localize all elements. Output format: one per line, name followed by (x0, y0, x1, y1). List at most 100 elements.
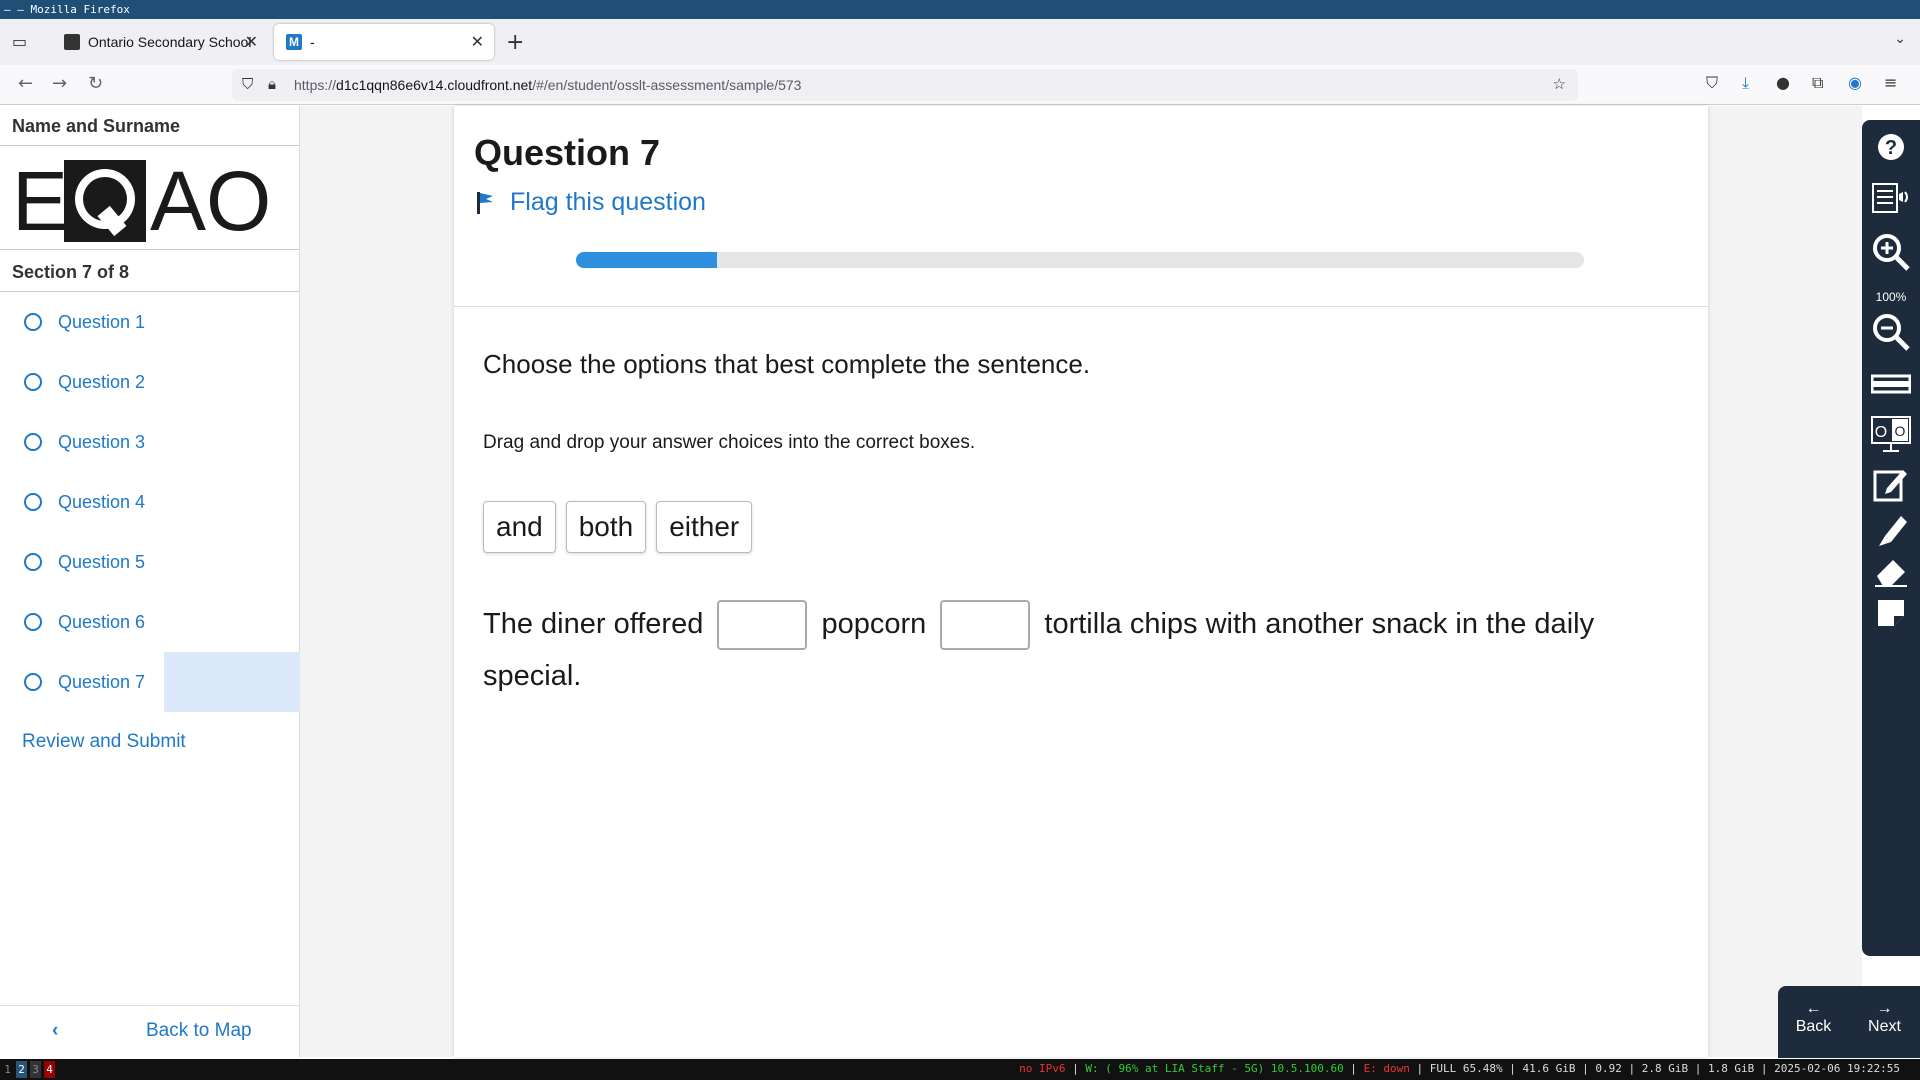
bookmark-star-icon[interactable]: ☆ (1553, 69, 1566, 101)
extension-icon[interactable]: ◉ (1848, 73, 1862, 92)
zoom-out-icon[interactable] (1870, 312, 1912, 354)
svg-text:?: ? (1885, 137, 1897, 159)
sidebar: Name and Surname E AO Section 7 of 8 Que… (0, 106, 300, 1057)
sentence-part-1: The diner offered (483, 608, 704, 640)
unanswered-circle-icon (24, 373, 42, 391)
svg-text:O: O (1895, 423, 1906, 439)
back-button[interactable]: ← Back (1778, 986, 1849, 1058)
close-tab-icon[interactable]: ✕ (245, 32, 258, 52)
ethernet-status: E: down (1363, 1062, 1410, 1075)
question-6-item[interactable]: Question 6 (0, 592, 299, 652)
question-1-item[interactable]: Question 1 (0, 292, 299, 352)
section-indicator: Section 7 of 8 (0, 250, 299, 292)
question-prompt: Choose the options that best complete th… (483, 349, 1091, 379)
chevron-down-icon[interactable]: ⌄ (1894, 31, 1906, 47)
workspace-2[interactable]: 2 (16, 1061, 27, 1078)
navigation-bar: ← → ↻ ⛉ 🔒︎ https://d1c1qqn86e6v14.cloudf… (0, 65, 1920, 105)
extensions-icon[interactable]: ⧉ (1812, 73, 1823, 93)
tools-toolbar: ? 100% OO (1862, 120, 1920, 956)
workspace-4[interactable]: 4 (44, 1061, 55, 1078)
question-2-item[interactable]: Question 2 (0, 352, 299, 412)
answer-choices: and both either (483, 501, 753, 553)
question-4-item[interactable]: Question 4 (0, 472, 299, 532)
unanswered-circle-icon (24, 433, 42, 451)
drop-box-2[interactable] (940, 600, 1031, 651)
calculator-icon[interactable]: OO (1870, 416, 1912, 458)
shield-icon[interactable]: ⛉ (242, 69, 253, 101)
system-stats: FULL 65.48% | 41.6 GiB | 0.92 | 2.8 GiB … (1429, 1062, 1900, 1075)
unanswered-circle-icon (24, 613, 42, 631)
close-tab-icon[interactable]: ✕ (471, 32, 484, 52)
reload-icon[interactable]: ↻ (88, 73, 103, 94)
eraser-icon[interactable] (1870, 556, 1912, 598)
tab-label: Ontario Secondary School (88, 34, 252, 50)
url-host: d1c1qqn86e6v14.cloudfront.net (336, 77, 533, 93)
notepad-edit-icon[interactable] (1870, 466, 1912, 508)
window-title: – – Mozilla Firefox (0, 0, 1920, 19)
help-icon[interactable]: ? (1870, 132, 1912, 174)
back-to-map-button[interactable]: ‹ Back to Map (0, 1005, 300, 1057)
flag-label: Flag this question (510, 188, 706, 216)
review-and-submit-link[interactable]: Review and Submit (0, 712, 299, 772)
tab-ontario[interactable]: Ontario Secondary School ✕ (52, 24, 268, 60)
sentence-part-2: popcorn (821, 608, 927, 640)
ipv6-status: no IPv6 (1019, 1062, 1066, 1075)
eqao-logo: E AO (0, 146, 299, 250)
flag-question-button[interactable]: Flag this question (476, 188, 706, 217)
question-7-item[interactable]: Question 7 (0, 652, 300, 712)
tab-bar: ▭ Ontario Secondary School ✕ M - ✕ + ⌄ (0, 19, 1920, 65)
progress-bar (576, 252, 1584, 268)
zoom-in-icon[interactable] (1870, 232, 1912, 274)
workspace-3[interactable]: 3 (30, 1061, 41, 1078)
question-label: Question 3 (58, 431, 146, 452)
highlighter-icon[interactable] (1870, 512, 1912, 554)
lock-icon[interactable]: 🔒︎ (268, 69, 276, 101)
unanswered-circle-icon (24, 553, 42, 571)
tab-label: - (310, 34, 315, 50)
progress-fill (576, 252, 718, 268)
choice-and[interactable]: and (483, 501, 556, 553)
choice-either[interactable]: either (656, 501, 753, 553)
question-5-item[interactable]: Question 5 (0, 532, 299, 592)
svg-text:O: O (1875, 424, 1887, 441)
chevron-left-icon: ‹ (52, 1020, 59, 1041)
sentence: The diner offered popcorn tortilla chips… (483, 598, 1603, 702)
list-all-tabs-icon[interactable]: ▭ (12, 32, 32, 52)
new-tab-button[interactable]: + (506, 30, 524, 55)
question-label: Question 2 (58, 371, 146, 392)
choice-both[interactable]: both (565, 501, 647, 553)
question-3-item[interactable]: Question 3 (0, 412, 299, 472)
question-navigation: ← Back → Next (1778, 986, 1920, 1058)
pocket-icon[interactable]: ⛉ (1706, 73, 1718, 93)
account-icon[interactable]: ● (1776, 73, 1790, 92)
text-to-speech-icon[interactable] (1870, 180, 1912, 222)
next-button[interactable]: → Next (1849, 986, 1920, 1058)
downloads-icon[interactable]: ⤓ (1742, 73, 1749, 93)
url-bar[interactable]: ⛉ 🔒︎ https://d1c1qqn86e6v14.cloudfront.n… (232, 69, 1578, 101)
question-label: Question 1 (58, 311, 146, 332)
back-label: Back (1795, 1018, 1832, 1035)
sticky-note-icon[interactable] (1870, 598, 1912, 640)
forward-arrow-icon[interactable]: → (52, 73, 67, 94)
arrow-right-icon: → (1876, 1000, 1893, 1017)
unanswered-circle-icon (24, 493, 42, 511)
line-reader-icon[interactable] (1870, 366, 1912, 408)
student-name: Name and Surname (0, 106, 299, 146)
zoom-level: 100% (1875, 290, 1907, 304)
question-instruction: Drag and drop your answer choices into t… (483, 432, 976, 453)
question-label: Question 5 (58, 551, 146, 572)
question-panel: Question 7 Flag this question Choose the… (454, 106, 1708, 1057)
eqao-logo-graphic: E AO (12, 154, 271, 248)
system-status-bar: 1 2 3 4 no IPv6 | W: ( 96% at LIA Staff … (0, 1059, 1920, 1080)
tab-active[interactable]: M - ✕ (274, 24, 494, 60)
question-title: Question 7 (474, 132, 661, 173)
drop-box-1[interactable] (717, 600, 808, 651)
question-label: Question 7 (58, 671, 146, 692)
back-arrow-icon[interactable]: ← (18, 73, 33, 94)
divider (454, 306, 1708, 307)
arrow-left-icon: ← (1805, 1000, 1822, 1017)
back-to-map-label: Back to Map (146, 1020, 252, 1041)
workspace-1[interactable]: 1 (2, 1061, 13, 1078)
question-list: Question 1 Question 2 Question 3 Questio… (0, 292, 300, 712)
menu-icon[interactable]: ≡ (1884, 73, 1897, 92)
